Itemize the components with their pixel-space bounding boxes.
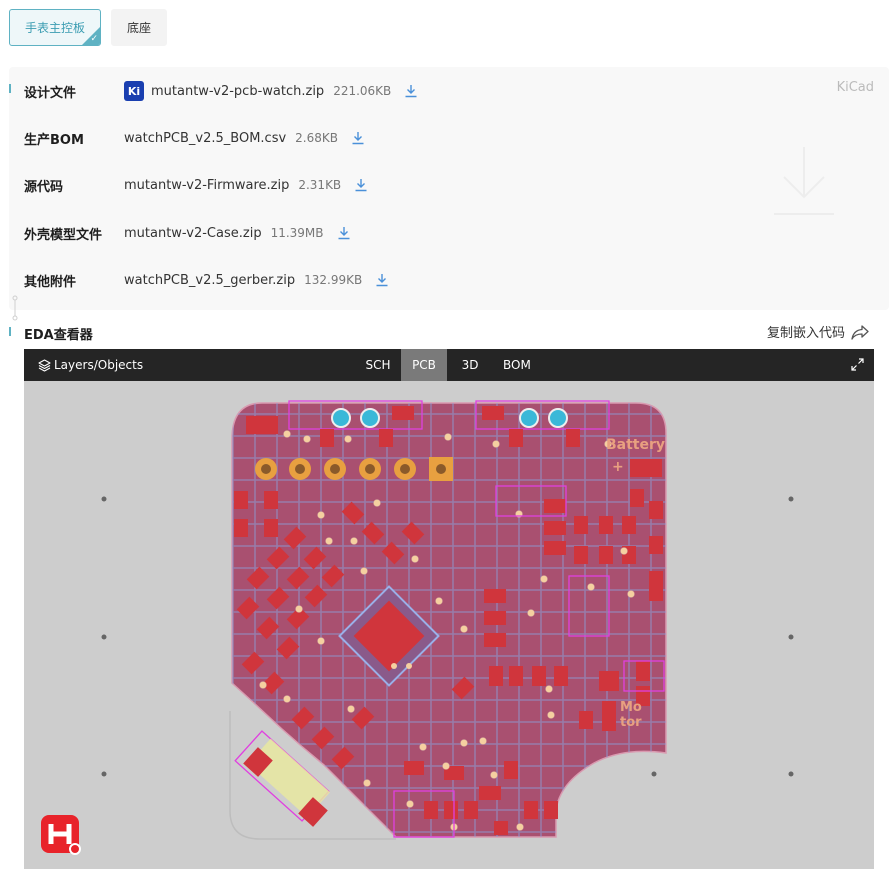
file-label: 外壳模型文件 bbox=[24, 227, 103, 243]
pcb-canvas[interactable]: Battery + Mo tor bbox=[24, 381, 874, 869]
silk-motor-label-2: tor bbox=[620, 715, 642, 730]
kicad-icon: Ki bbox=[124, 81, 144, 101]
tab-watch-mainboard[interactable]: 手表主控板 ✓ bbox=[9, 9, 102, 46]
layers-objects-button[interactable]: Layers/Objects bbox=[38, 349, 143, 381]
file-row-source: 源代码 mutantw-v2-Firmware.zip 2.31KB bbox=[9, 165, 889, 205]
file-link[interactable]: watchPCB_v2.5_gerber.zip bbox=[124, 273, 295, 288]
file-label: 设计文件 bbox=[24, 85, 77, 101]
file-link[interactable]: mutantw-v2-pcb-watch.zip bbox=[151, 84, 324, 99]
file-size: 221.06KB bbox=[333, 84, 392, 98]
share-icon bbox=[851, 324, 869, 340]
tab-3d[interactable]: 3D bbox=[447, 349, 493, 381]
section-marker bbox=[9, 84, 11, 93]
file-row-design: 设计文件 Ki mutantw-v2-pcb-watch.zip 221.06K… bbox=[9, 71, 889, 111]
eda-viewer-title: EDA查看器 bbox=[24, 328, 93, 343]
download-icon[interactable] bbox=[354, 178, 368, 192]
tab-pcb[interactable]: PCB bbox=[401, 349, 447, 381]
layers-icon bbox=[38, 358, 51, 372]
file-label: 生产BOM bbox=[24, 132, 84, 148]
download-icon[interactable] bbox=[351, 131, 365, 145]
layers-objects-label: Layers/Objects bbox=[54, 358, 144, 372]
tab-label: 底座 bbox=[127, 21, 152, 35]
tab-label: 手表主控板 bbox=[25, 21, 86, 35]
file-size: 11.39MB bbox=[270, 226, 324, 240]
download-icon[interactable] bbox=[337, 226, 351, 240]
tab-sch[interactable]: SCH bbox=[355, 349, 401, 381]
file-row-other: 其他附件 watchPCB_v2.5_gerber.zip 132.99KB bbox=[9, 260, 889, 300]
file-label: 源代码 bbox=[24, 179, 64, 195]
copy-embed-button[interactable]: 复制嵌入代码 bbox=[767, 322, 869, 341]
tab-bom[interactable]: BOM bbox=[493, 349, 541, 381]
hardware-logo-icon bbox=[41, 815, 81, 855]
file-size: 2.68KB bbox=[295, 131, 338, 145]
file-row-case: 外壳模型文件 mutantw-v2-Case.zip 11.39MB bbox=[9, 213, 889, 253]
board-tabs: 手表主控板 ✓ 底座 bbox=[9, 9, 168, 46]
file-link[interactable]: mutantw-v2-Case.zip bbox=[124, 226, 262, 241]
download-icon[interactable] bbox=[404, 84, 418, 98]
expand-icon[interactable] bbox=[851, 358, 864, 371]
file-size: 132.99KB bbox=[304, 273, 363, 287]
file-link[interactable]: mutantw-v2-Firmware.zip bbox=[124, 178, 289, 193]
file-size: 2.31KB bbox=[298, 178, 342, 192]
silk-motor-label-1: Mo bbox=[620, 700, 642, 715]
copy-embed-label: 复制嵌入代码 bbox=[766, 326, 845, 341]
check-icon: ✓ bbox=[90, 34, 99, 44]
silk-plus-label: + bbox=[612, 459, 624, 475]
files-panel: KiCad 设计文件 Ki mutantw-v2-pcb-watch.zip 2… bbox=[9, 67, 889, 310]
tab-base[interactable]: 底座 bbox=[111, 9, 168, 46]
download-icon[interactable] bbox=[375, 273, 389, 287]
connector-line bbox=[12, 295, 18, 321]
file-label: 其他附件 bbox=[24, 274, 77, 290]
viewer-toolbar: Layers/Objects SCH PCB 3D BOM bbox=[24, 349, 874, 381]
file-link[interactable]: watchPCB_v2.5_BOM.csv bbox=[124, 131, 286, 146]
view-tabs: SCH PCB 3D BOM bbox=[355, 349, 541, 381]
file-row-bom: 生产BOM watchPCB_v2.5_BOM.csv 2.68KB bbox=[9, 118, 889, 158]
silk-battery-label: Battery bbox=[606, 437, 665, 453]
section-marker bbox=[9, 327, 11, 336]
eda-viewer[interactable]: Layers/Objects SCH PCB 3D BOM Battery + … bbox=[24, 349, 874, 869]
